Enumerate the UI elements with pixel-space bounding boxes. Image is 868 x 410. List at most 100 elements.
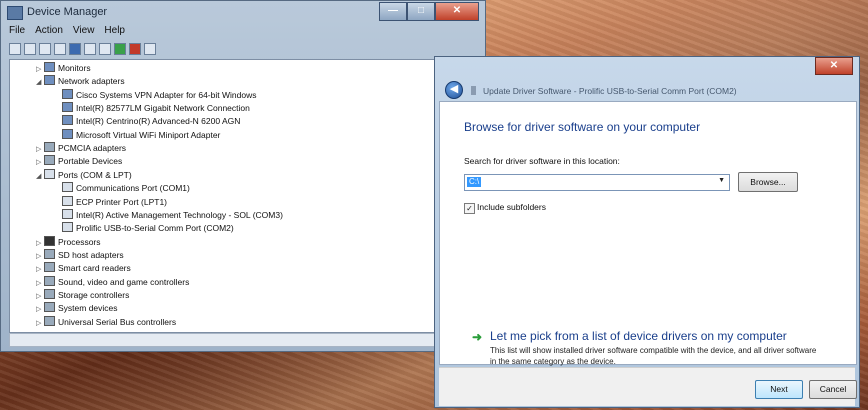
collapsed-icon[interactable]: ▷	[36, 263, 44, 276]
tree-item[interactable]: ▷ Processors	[36, 235, 101, 250]
tree-item[interactable]: ECP Printer Port (LPT1)	[62, 195, 167, 209]
cancel-button[interactable]: Cancel	[809, 380, 857, 399]
browse-button[interactable]: Browse...	[738, 172, 798, 192]
tree-item-label: Microsoft Virtual WiFi Miniport Adapter	[76, 129, 221, 140]
green-arrow-icon[interactable]: ➜	[472, 330, 482, 344]
back-icon[interactable]	[9, 43, 21, 55]
tree-item[interactable]: ◢ Ports (COM & LPT)	[36, 168, 132, 183]
collapsed-icon[interactable]: ▷	[36, 63, 44, 76]
tree-item[interactable]: Communications Port (COM1)	[62, 182, 190, 195]
dialog-content: Browse for driver software on your compu…	[439, 101, 857, 366]
tree-item-label: System devices	[58, 303, 118, 314]
tree-item-label: Communications Port (COM1)	[76, 183, 190, 194]
tree-item[interactable]: ▷ Monitors	[36, 62, 91, 75]
collapsed-icon[interactable]: ▷	[36, 237, 44, 250]
tree-item-label: Prolific USB-to-Serial Comm Port (COM2)	[76, 223, 234, 234]
tree-item-label: Universal Serial Bus controllers	[58, 316, 177, 327]
tree-item-label: Monitors	[58, 63, 91, 73]
dialog-close-button[interactable]: ✕	[815, 57, 853, 75]
expanded-icon[interactable]: ◢	[36, 170, 44, 183]
tree-item[interactable]: ▷ Sound, video and game controllers	[36, 275, 189, 290]
collapsed-icon[interactable]: ▷	[36, 303, 44, 316]
pick-driver-description: This list will show installed driver sof…	[490, 346, 817, 366]
update-driver-icon[interactable]	[114, 43, 126, 55]
tree-item[interactable]: ◢ Network adapters	[36, 75, 125, 88]
close-button[interactable]: ✕	[435, 2, 479, 21]
dialog-title: Update Driver Software - Prolific USB-to…	[483, 86, 737, 96]
uninstall-icon[interactable]	[129, 43, 141, 55]
tree-item-label: Cisco Systems VPN Adapter for 64-bit Win…	[76, 89, 257, 100]
search-location-combobox[interactable]: C:\ ▼	[464, 174, 730, 191]
network-icon	[62, 128, 73, 139]
back-arrow-icon[interactable]: ◀	[445, 81, 463, 99]
dialog-heading: Browse for driver software on your compu…	[464, 120, 701, 134]
tree-item[interactable]: ▷ PCMCIA adapters	[36, 142, 126, 155]
toolbar	[9, 41, 156, 57]
tree-item[interactable]: ▷ Portable Devices	[36, 155, 122, 168]
tree-item[interactable]: Intel(R) Centrino(R) Advanced-N 6200 AGN	[62, 115, 240, 128]
card-icon	[44, 248, 55, 259]
disable-icon[interactable]	[144, 43, 156, 55]
scan-hardware-icon[interactable]	[99, 43, 111, 55]
include-subfolders-label[interactable]: Include subfolders	[477, 202, 546, 212]
menu-help[interactable]: Help	[104, 25, 125, 39]
card-icon	[44, 288, 55, 299]
tree-item[interactable]: ▷ Smart card readers	[36, 262, 131, 275]
collapsed-icon[interactable]: ▷	[36, 250, 44, 263]
card-icon	[44, 262, 55, 273]
port-icon	[62, 182, 73, 193]
tree-item[interactable]: Microsoft Virtual WiFi Miniport Adapter	[62, 128, 221, 142]
dialog-footer: Next Cancel	[439, 367, 857, 406]
tree-item[interactable]: ▷ System devices	[36, 302, 118, 315]
collapsed-icon[interactable]: ▷	[36, 317, 44, 330]
card-icon	[44, 142, 55, 153]
title-bar[interactable]: Device Manager — □ ✕	[1, 1, 485, 25]
tree-item-label: PCMCIA adapters	[58, 143, 127, 154]
network-icon	[62, 115, 73, 126]
menu-file[interactable]: File	[9, 25, 25, 39]
help-icon[interactable]	[69, 43, 81, 55]
port-icon	[62, 195, 73, 206]
port-icon	[62, 208, 73, 219]
tree-item[interactable]: Prolific USB-to-Serial Comm Port (COM2)	[62, 222, 234, 235]
tree-item-label: Intel(R) 82577LM Gigabit Network Connect…	[76, 103, 250, 114]
update-driver-dialog: ✕ ◀ Update Driver Software - Prolific US…	[434, 56, 860, 408]
tree-item[interactable]: Intel(R) 82577LM Gigabit Network Connect…	[62, 102, 250, 115]
tree-item[interactable]: ▷ Storage controllers	[36, 288, 130, 303]
forward-icon[interactable]	[24, 43, 36, 55]
collapsed-icon[interactable]: ▷	[36, 143, 44, 156]
expanded-icon[interactable]: ◢	[36, 76, 44, 89]
search-location-value[interactable]: C:\	[467, 177, 482, 187]
card-icon	[44, 302, 55, 313]
tree-item[interactable]: Intel(R) Active Management Technology - …	[62, 208, 283, 222]
properties-icon[interactable]	[54, 43, 66, 55]
tree-item-label: Processors	[58, 236, 101, 247]
include-subfolders-checkbox[interactable]: ✓	[464, 203, 475, 214]
window-title: Device Manager	[27, 6, 108, 18]
view-icon[interactable]	[84, 43, 96, 55]
collapsed-icon[interactable]: ▷	[36, 277, 44, 290]
port-icon	[62, 222, 73, 233]
maximize-button[interactable]: □	[407, 2, 435, 21]
next-button[interactable]: Next	[755, 380, 803, 399]
device-tree: ▷ Monitors ◢ Network adapters Cisco Systems …	[9, 59, 479, 333]
tree-item[interactable]: Cisco Systems VPN Adapter for 64-bit Win…	[62, 88, 257, 102]
minimize-button[interactable]: —	[379, 2, 407, 21]
collapsed-icon[interactable]: ▷	[36, 290, 44, 303]
menu-action[interactable]: Action	[35, 25, 63, 39]
menu-view[interactable]: View	[73, 25, 95, 39]
tree-item-label: Ports (COM & LPT)	[58, 169, 132, 180]
tree-item[interactable]: ▷ Universal Serial Bus controllers	[36, 315, 177, 330]
collapsed-icon[interactable]: ▷	[36, 156, 44, 169]
tree-item-label: Portable Devices	[58, 156, 123, 167]
network-icon	[62, 88, 73, 99]
device-icon	[471, 86, 476, 95]
console-tree-icon[interactable]	[39, 43, 51, 55]
network-icon	[44, 75, 55, 86]
tree-item[interactable]: ▷ SD host adapters	[36, 248, 124, 263]
tree-item-label: SD host adapters	[58, 249, 124, 260]
monitor-icon	[44, 62, 55, 72]
tree-item-label: Storage controllers	[58, 289, 130, 300]
chevron-down-icon[interactable]: ▼	[718, 177, 725, 184]
pick-driver-link[interactable]: Let me pick from a list of device driver…	[490, 329, 787, 343]
